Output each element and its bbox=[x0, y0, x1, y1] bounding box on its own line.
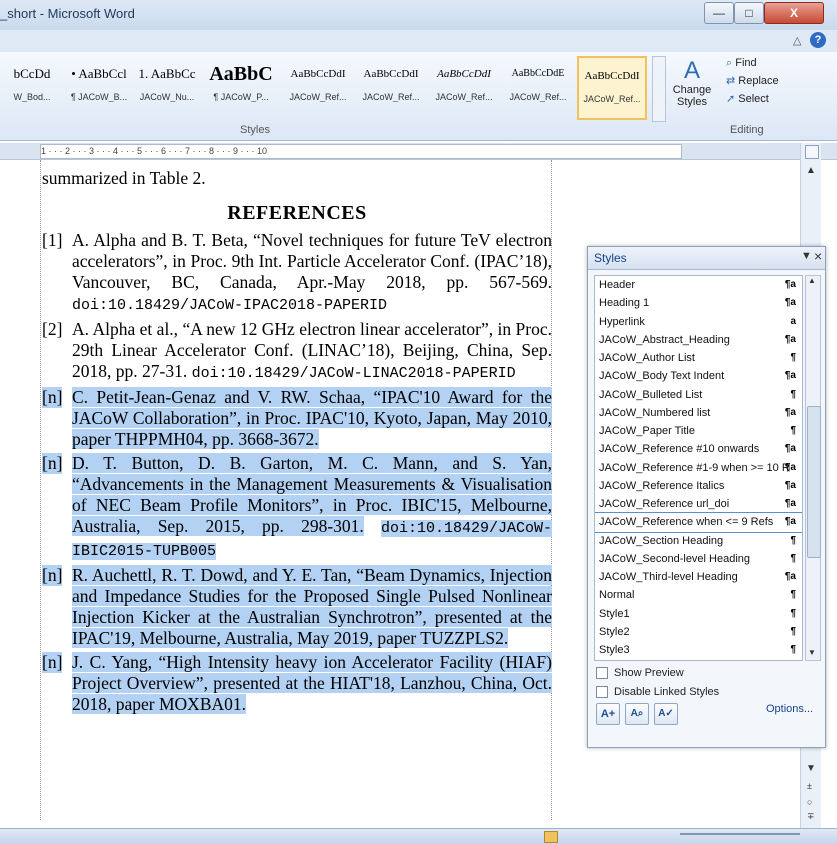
style-list-item[interactable]: Normal ¶ bbox=[595, 586, 802, 604]
next-page-icon[interactable]: ∓ bbox=[807, 811, 815, 822]
scroll-down-arrow-icon[interactable]: ▼ bbox=[806, 763, 816, 774]
new-style-button[interactable]: A+ bbox=[596, 703, 620, 725]
replace-icon: ⇄ bbox=[726, 75, 739, 87]
style-list-item[interactable]: Style1 ¶ bbox=[595, 605, 802, 623]
editing-group-label: Editing bbox=[730, 124, 764, 136]
select-icon: ➚ bbox=[726, 93, 739, 105]
reference-item-selected: [n] C. Petit-Jean-Genaz and V. RW. Schaa… bbox=[42, 387, 552, 449]
body-paragraph: summarized in Table 2. bbox=[42, 168, 206, 188]
styles-pane-header: Styles ▼ × bbox=[588, 247, 825, 270]
style-list-item[interactable]: JACoW_Third-level Heading ¶a bbox=[595, 568, 802, 586]
style-list-item[interactable]: JACoW_Paper Title ¶ bbox=[595, 422, 802, 440]
gallery-style-body[interactable]: bCcDd W_Bod... bbox=[0, 56, 64, 120]
style-list-item-selected[interactable]: JACoW_Reference when <= 9 Refs ¶a bbox=[595, 512, 802, 533]
gallery-style-ref-2[interactable]: AaBbCcDdI JACoW_Ref... bbox=[356, 56, 426, 120]
style-list-item[interactable]: Header ¶a bbox=[595, 276, 802, 294]
select-button[interactable]: ➚ Select bbox=[726, 90, 779, 108]
styles-pane-title: Styles bbox=[594, 251, 627, 265]
disable-linked-styles-checkbox[interactable]: Disable Linked Styles bbox=[596, 686, 719, 699]
style-inspector-button[interactable]: A⌕ bbox=[625, 703, 649, 725]
select-browse-object-icon[interactable]: ○ bbox=[807, 797, 812, 807]
scroll-up-arrow-icon[interactable]: ▲ bbox=[806, 165, 816, 176]
reference-item: [1] A. Alpha and B. T. Beta, “Novel tech… bbox=[42, 230, 552, 314]
editing-group: ⌕ Find ⇄ Replace ➚ Select bbox=[726, 54, 779, 108]
style-list-item[interactable]: Style3 ¶ bbox=[595, 641, 802, 659]
style-list-item[interactable]: JACoW_Reference #1-9 when >= 10 R ¶a bbox=[595, 459, 802, 477]
pane-menu-icon[interactable]: ▼ bbox=[801, 250, 812, 262]
horizontal-ruler[interactable]: 1 · · · 2 · · · 3 · · · 4 · · · 5 · · · … bbox=[0, 143, 837, 160]
change-styles-button[interactable]: A Change Styles bbox=[668, 57, 716, 109]
gallery-style-ref-1[interactable]: AaBbCcDdI JACoW_Ref... bbox=[283, 56, 353, 120]
help-icon[interactable]: ? bbox=[810, 32, 826, 48]
manage-styles-button[interactable]: A✓ bbox=[654, 703, 678, 725]
gallery-style-ref-url[interactable]: AaBbCcDdE JACoW_Ref... bbox=[502, 56, 574, 120]
gallery-style-numbered[interactable]: 1. AaBbCc JACoW_Nu... bbox=[134, 56, 200, 120]
style-list-item[interactable]: JACoW_Author List ¶ bbox=[595, 349, 802, 367]
options-link[interactable]: Options... bbox=[766, 703, 813, 715]
gallery-style-ref-selected[interactable]: AaBbCcDdI JACoW_Ref... bbox=[577, 56, 647, 120]
style-list-item[interactable]: Style2 ¶ bbox=[595, 623, 802, 641]
reference-item-selected: [n] R. Auchettl, R. T. Dowd, and Y. E. T… bbox=[42, 565, 552, 648]
gallery-style-ref-italics[interactable]: AaBbCcDdI JACoW_Ref... bbox=[429, 56, 499, 120]
replace-button[interactable]: ⇄ Replace bbox=[726, 72, 779, 90]
style-list-item[interactable]: JACoW_Body Text Indent ¶a bbox=[595, 367, 802, 385]
style-list: Header ¶a Heading 1 ¶a Hyperlink a JACoW_Ab… bbox=[594, 275, 803, 661]
checkbox-box bbox=[596, 686, 608, 699]
list-scroll-thumb[interactable] bbox=[807, 406, 821, 558]
style-list-item[interactable]: JACoW_Reference url_doi ¶a bbox=[595, 495, 802, 513]
maximize-button[interactable]: □ bbox=[734, 2, 764, 24]
binoculars-icon: ⌕ bbox=[726, 57, 736, 69]
style-list-item[interactable]: Heading 1 ¶a bbox=[595, 294, 802, 312]
minimize-ribbon-icon[interactable]: △ bbox=[793, 34, 801, 47]
style-list-item[interactable]: JACoW_Reference #10 onwards ¶a bbox=[595, 440, 802, 458]
style-inspector-icon: A⌕ bbox=[630, 708, 644, 719]
show-preview-checkbox[interactable]: Show Preview bbox=[596, 667, 684, 680]
ruler-scale: 1 · · · 2 · · · 3 · · · 4 · · · 5 · · · … bbox=[40, 144, 682, 159]
gallery-style-bulleted[interactable]: • AaBbCcl ¶ JACoW_B... bbox=[66, 56, 132, 120]
ribbon-tab-row: △ ? bbox=[0, 30, 837, 52]
style-list-item[interactable]: JACoW_Numbered list ¶a bbox=[595, 404, 802, 422]
window-title: _short - Microsoft Word bbox=[0, 6, 135, 21]
quick-styles-gallery: bCcDd W_Bod... • AaBbCcl ¶ JACoW_B... 1.… bbox=[0, 56, 650, 122]
style-list-item[interactable]: JACoW_Section Heading ¶ bbox=[595, 532, 802, 550]
close-button[interactable]: X bbox=[764, 2, 824, 24]
style-list-item[interactable]: Hyperlink a bbox=[595, 313, 802, 331]
style-list-item[interactable]: JACoW_Reference Italics ¶a bbox=[595, 477, 802, 495]
gallery-scrollbar[interactable] bbox=[652, 56, 666, 122]
reference-item: [2] A. Alpha et al., “A new 12 GHz elect… bbox=[42, 319, 552, 382]
previous-page-icon[interactable]: ± bbox=[807, 781, 812, 791]
ruler-toggle-icon[interactable] bbox=[805, 145, 819, 159]
checkbox-box bbox=[596, 667, 608, 680]
pane-close-icon[interactable]: × bbox=[814, 248, 822, 264]
reference-item-selected: [n] D. T. Button, D. B. Garton, M. C. Ma… bbox=[42, 453, 552, 560]
styles-pane: Styles ▼ × Header ¶a Heading 1 ¶a Hyperlin… bbox=[587, 246, 826, 748]
style-list-scrollbar[interactable]: ▲ ▼ bbox=[805, 275, 821, 661]
document-body[interactable]: summarized in Table 2. REFERENCES [1] A.… bbox=[42, 168, 552, 718]
zoom-slider[interactable] bbox=[680, 833, 800, 835]
manage-styles-icon: A✓ bbox=[658, 708, 674, 719]
new-style-icon: A+ bbox=[600, 708, 616, 720]
text-boundary-left bbox=[40, 160, 41, 820]
change-styles-icon: A bbox=[683, 57, 700, 84]
references-heading: REFERENCES bbox=[227, 202, 367, 224]
gallery-style-paper-title[interactable]: AaBbC ¶ JACoW_P... bbox=[202, 56, 280, 120]
style-list-item[interactable]: JACoW_Abstract_Heading ¶a bbox=[595, 331, 802, 349]
minimize-button[interactable]: — bbox=[704, 2, 734, 24]
print-layout-view-icon[interactable] bbox=[544, 831, 558, 843]
list-scroll-up-icon[interactable]: ▲ bbox=[808, 276, 816, 285]
reference-item-selected: [n] J. C. Yang, “High Intensity heavy io… bbox=[42, 652, 552, 714]
style-list-item[interactable]: JACoW_Bulleted List ¶ bbox=[595, 386, 802, 404]
styles-group-label: Styles bbox=[240, 124, 270, 136]
status-bar bbox=[0, 828, 837, 844]
list-scroll-down-icon[interactable]: ▼ bbox=[808, 648, 816, 657]
title-bar: _short - Microsoft Word — □ X bbox=[0, 0, 837, 31]
style-list-item[interactable]: JACoW_Second-level Heading ¶ bbox=[595, 550, 802, 568]
find-button[interactable]: ⌕ Find bbox=[726, 54, 779, 72]
